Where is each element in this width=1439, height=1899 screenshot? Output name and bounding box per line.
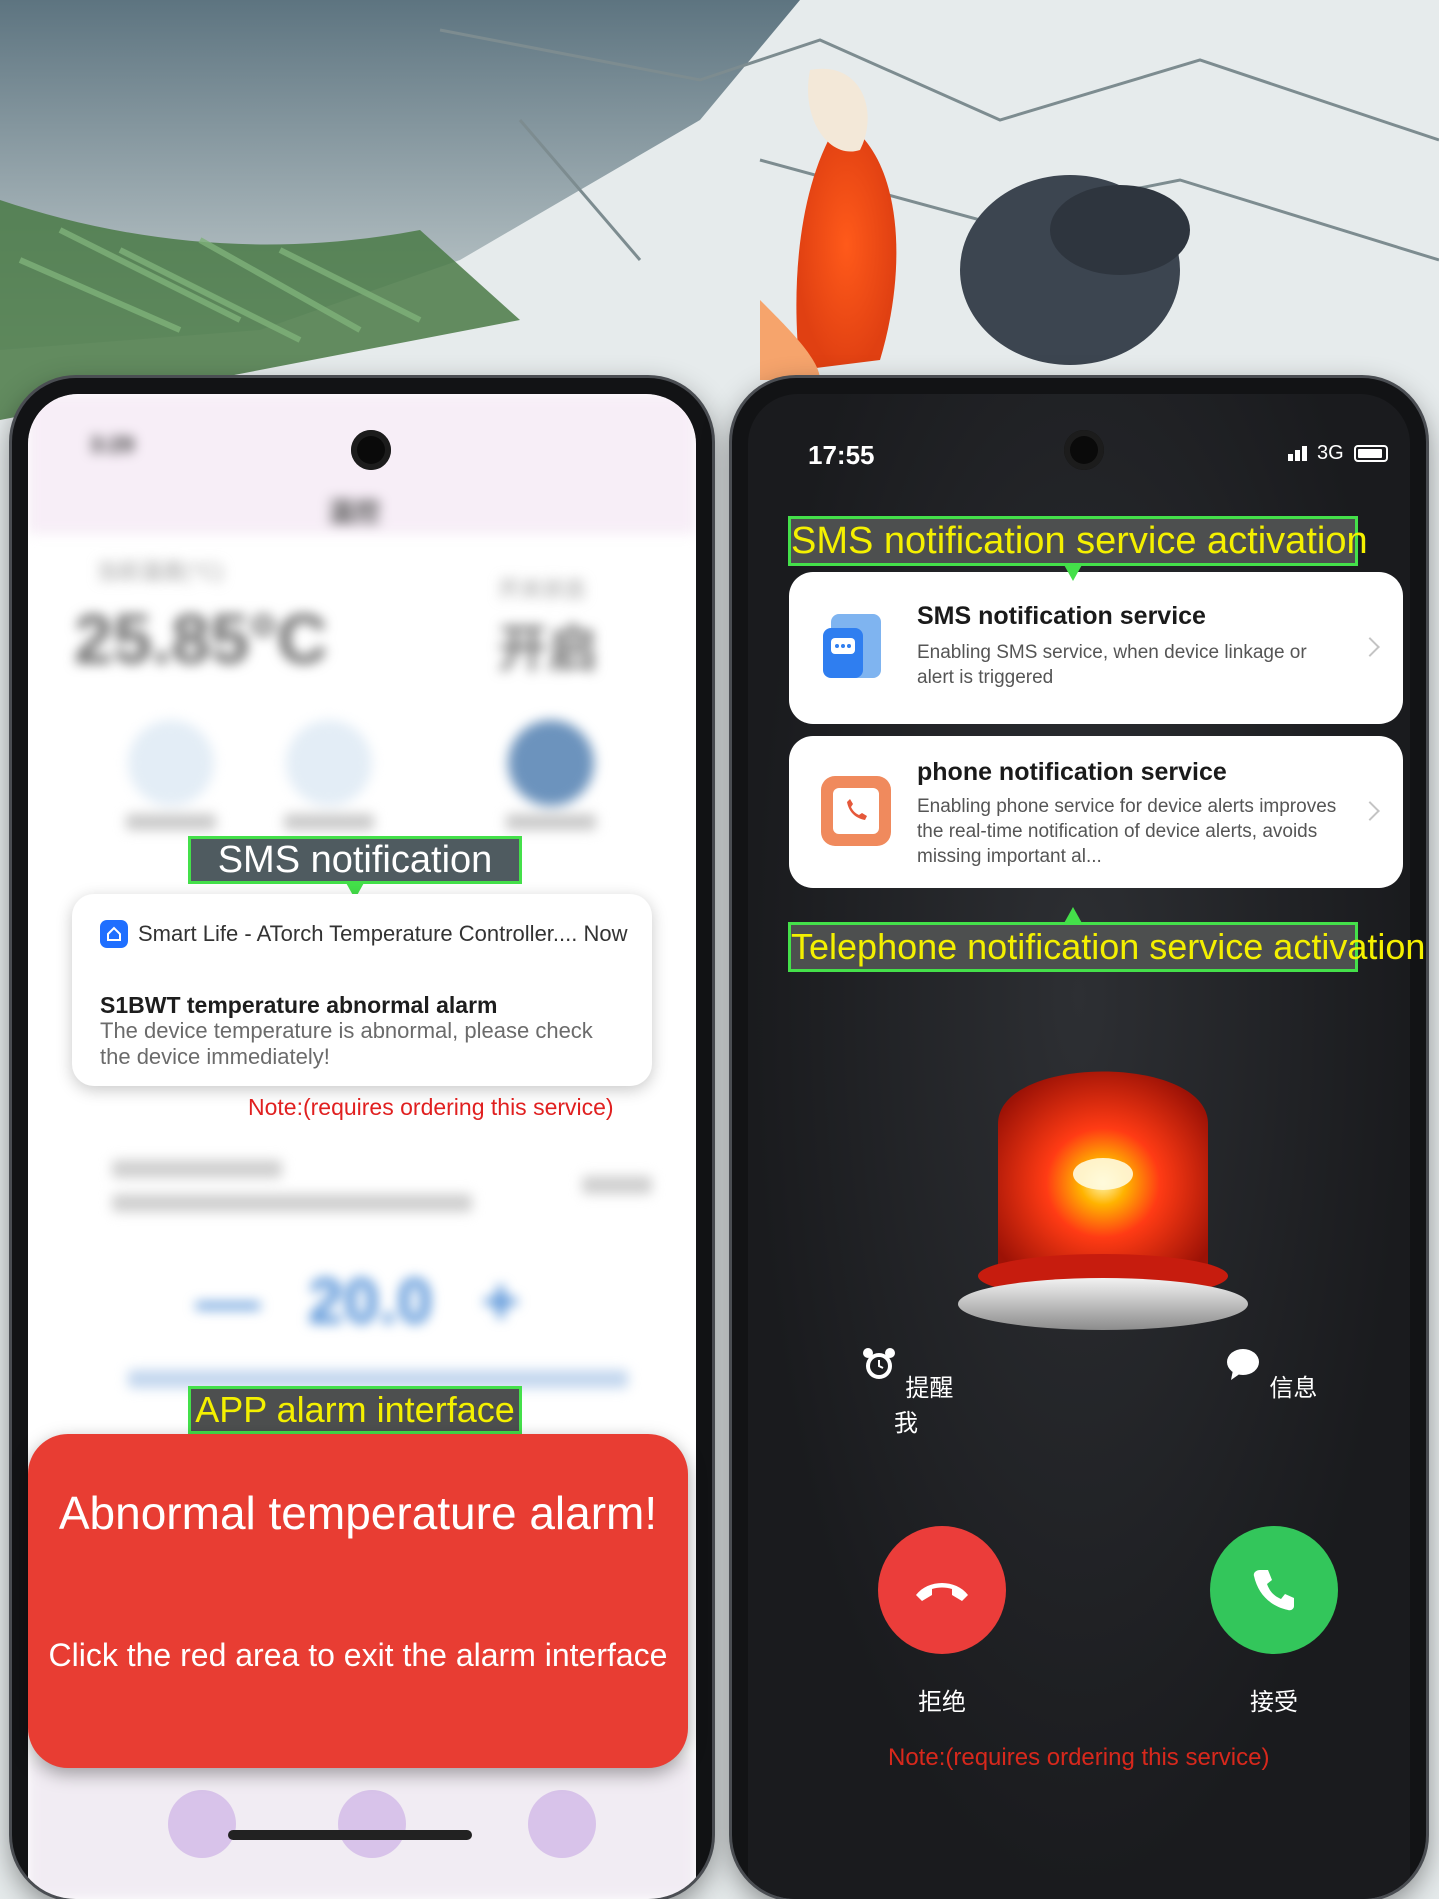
red-siren-image (958, 1071, 1248, 1330)
sms-service-description: Enabling SMS service, when device linkag… (917, 642, 1307, 688)
sms-activation-label: SMS notification service activation (788, 516, 1368, 581)
left-note: Note:(requires ordering this service) (248, 1094, 614, 1120)
mode-cool-label (506, 814, 596, 830)
alarm-clock-icon (862, 1348, 895, 1379)
phone-service-title: phone notification service (917, 758, 1227, 786)
callout-pointer (1063, 907, 1083, 925)
decline-label: 拒绝 (918, 1689, 966, 1716)
nav-calendar-icon[interactable] (338, 1790, 406, 1858)
telephone-activation-label-text: Telephone notification service activatio… (791, 926, 1426, 967)
mode-auto-label (284, 814, 374, 830)
sms-activation-label-text: SMS notification service activation (791, 520, 1368, 562)
current-temperature: 25.85°C (74, 600, 328, 678)
accept-call-button[interactable] (1210, 1526, 1338, 1654)
notification-app-name: Smart Life - ATorch Temperature Controll… (138, 921, 628, 946)
mode-cool-button[interactable] (508, 720, 594, 806)
status-bar-icons: 3G (1288, 442, 1388, 465)
notification-body: The device temperature is abnormal, plea… (100, 1018, 593, 1069)
alarm-subtitle: Click the red area to exit the alarm int… (48, 1637, 668, 1673)
setting-row-desc (112, 1194, 472, 1212)
phone-service-icon (821, 776, 891, 846)
home-indicator[interactable] (228, 1830, 472, 1840)
sms-notification-label-text: SMS notification (217, 839, 493, 881)
front-camera (351, 430, 391, 470)
battery-icon (1353, 445, 1388, 462)
app-title: 温控 (328, 497, 381, 527)
temp-caption: 当前温度(°C) (96, 559, 224, 584)
remind-me-label: 提醒我 (894, 1375, 954, 1437)
message-bubble-icon (1226, 1349, 1259, 1380)
phone-service-card[interactable]: phone notification service Enabling phon… (789, 736, 1403, 888)
network-type: 3G (1317, 442, 1344, 464)
sms-service-icon (823, 614, 881, 678)
sms-service-title: SMS notification service (917, 602, 1206, 630)
nav-settings-icon[interactable] (528, 1790, 596, 1858)
mode-auto-button[interactable] (286, 720, 372, 806)
status-bar-time: 3:29 (90, 432, 135, 457)
phone-service-description: Enabling phone service for device alerts… (917, 796, 1337, 867)
right-phone-screen: 17:55 3G SMS notification service Enabli… (748, 394, 1410, 1899)
switch-status: 开启 (498, 621, 598, 677)
mode-heat-button[interactable] (128, 720, 214, 806)
front-camera (1064, 430, 1104, 470)
hang-up-icon (916, 1583, 968, 1601)
telephone-activation-label: Telephone notification service activatio… (788, 907, 1425, 972)
chevron-right-icon (1360, 801, 1380, 821)
message-control[interactable]: 信息 (1220, 1344, 1320, 1403)
setting-row-value (582, 1176, 652, 1194)
right-phone: 17:55 3G SMS notification service Enabli… (732, 378, 1426, 1899)
switch-caption: 开关状态 (498, 577, 587, 602)
stepper-minus[interactable]: — (196, 1264, 260, 1338)
remind-me-control[interactable]: 提醒我 (856, 1344, 956, 1438)
alarm-exit-area[interactable]: Abnormal temperature alarm! Click the re… (28, 1434, 688, 1768)
message-label: 信息 (1269, 1375, 1318, 1402)
stepper-value: 20.0 (308, 1265, 433, 1337)
nav-clock-icon[interactable] (168, 1790, 236, 1858)
sms-notification-label: SMS notification (188, 836, 522, 899)
app-alarm-interface-label-text: APP alarm interface (195, 1389, 515, 1430)
mode-heat-label (126, 814, 216, 830)
signal-icon (1288, 446, 1309, 461)
decline-call-button[interactable] (878, 1526, 1006, 1654)
stepper-plus[interactable]: + (482, 1264, 519, 1338)
sms-notification-card[interactable]: Smart Life - ATorch Temperature Controll… (72, 894, 652, 1086)
status-bar-time: 17:55 (808, 440, 875, 470)
setting-row-title (112, 1160, 282, 1178)
accept-label: 接受 (1250, 1689, 1298, 1716)
phone-icon (1253, 1570, 1294, 1611)
chevron-right-icon (1360, 637, 1380, 657)
notification-app-line: Smart Life - ATorch Temperature Controll… (100, 920, 628, 948)
callout-pointer (1063, 563, 1083, 581)
notification-title: S1BWT temperature abnormal alarm (100, 992, 498, 1018)
sms-service-card[interactable]: SMS notification service Enabling SMS se… (789, 572, 1403, 724)
smart-life-app-icon (100, 920, 128, 948)
right-note: Note:(requires ordering this service) (888, 1744, 1270, 1771)
app-alarm-interface-label: APP alarm interface (188, 1386, 522, 1449)
alarm-title: Abnormal temperature alarm! (58, 1487, 658, 1539)
